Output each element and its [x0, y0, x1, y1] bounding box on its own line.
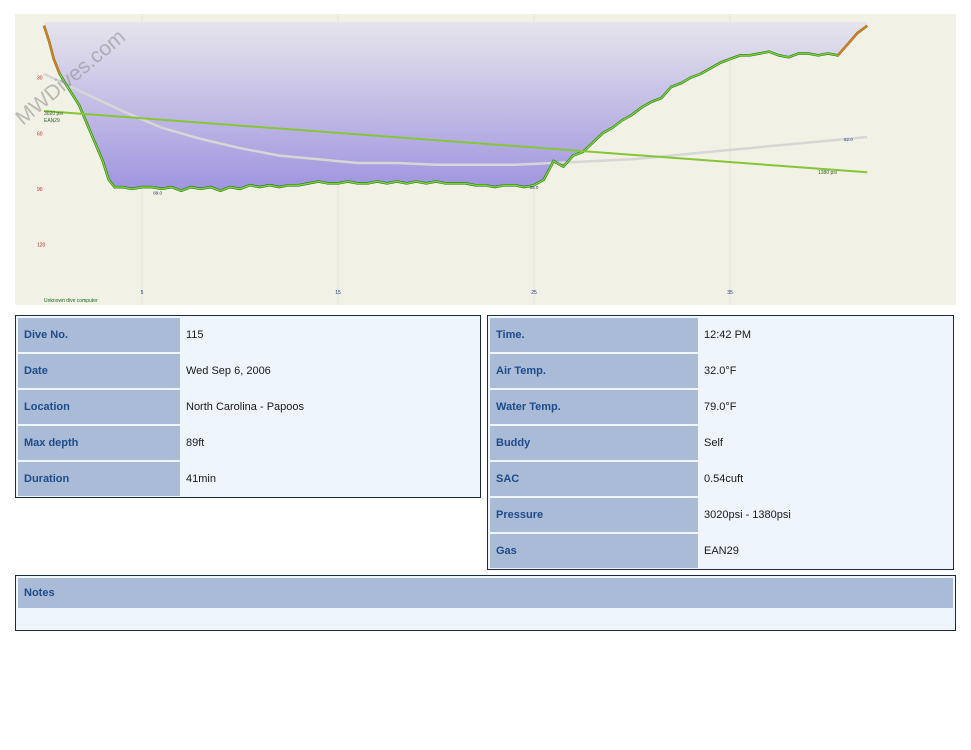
- notes-table: Notes: [15, 575, 956, 631]
- table-row: Gas EAN29: [490, 534, 951, 568]
- dive-no-label: Dive No.: [18, 318, 180, 352]
- time-label: Time.: [490, 318, 698, 352]
- y-tick-label: 120: [37, 243, 46, 249]
- x-tick-label: 15: [335, 290, 341, 296]
- y-tick-label: 60: [37, 131, 43, 137]
- location-value: North Carolina - Papoos: [180, 390, 478, 424]
- buddy-value: Self: [698, 426, 951, 460]
- table-row: Air Temp. 32.0°F: [490, 354, 951, 388]
- gas-label: EAN29: [44, 118, 60, 124]
- table-row: Buddy Self: [490, 426, 951, 460]
- pressure-label: Pressure: [490, 498, 698, 532]
- x-tick-label: 35: [727, 290, 733, 296]
- gas-value: EAN29: [698, 534, 951, 568]
- table-row: Dive No. 115: [18, 318, 478, 352]
- table-row: Pressure 3020psi - 1380psi: [490, 498, 951, 532]
- table-row: Max depth 89ft: [18, 426, 478, 460]
- notes-label: Notes: [18, 578, 953, 608]
- table-row: Duration 41min: [18, 462, 478, 496]
- sac-value: 0.54cuft: [698, 462, 951, 496]
- table-row: Date Wed Sep 6, 2006: [18, 354, 478, 388]
- water-temp-label: Water Temp.: [490, 390, 698, 424]
- water-temp-value: 79.0°F: [698, 390, 951, 424]
- max-depth-label: Max depth: [18, 426, 180, 460]
- dive-conditions-table: Time. 12:42 PM Air Temp. 32.0°F Water Te…: [487, 315, 954, 570]
- table-row: Time. 12:42 PM: [490, 318, 951, 352]
- depth-annotation: 89.0: [153, 191, 162, 196]
- y-tick-label: 90: [37, 187, 43, 193]
- air-temp-value: 32.0°F: [698, 354, 951, 388]
- table-row: Location North Carolina - Papoos: [18, 390, 478, 424]
- table-row: Water Temp. 79.0°F: [490, 390, 951, 424]
- date-value: Wed Sep 6, 2006: [180, 354, 478, 388]
- time-value: 12:42 PM: [698, 318, 951, 352]
- air-temp-label: Air Temp.: [490, 354, 698, 388]
- dive-info-table: Dive No. 115 Date Wed Sep 6, 2006 Locati…: [15, 315, 481, 498]
- duration-value: 41min: [180, 462, 478, 496]
- y-tick-label: 30: [37, 76, 43, 82]
- table-row: SAC 0.54cuft: [490, 462, 951, 496]
- sac-label: SAC: [490, 462, 698, 496]
- pressure-value: 3020psi - 1380psi: [698, 498, 951, 532]
- x-tick-label: 25: [531, 290, 537, 296]
- max-depth-value: 89ft: [180, 426, 478, 460]
- buddy-label: Buddy: [490, 426, 698, 460]
- temperature-end-label: 62.0: [844, 137, 853, 142]
- dive-profile-chart: 306090120 5 15 25 35 89.088.0 3020 psi EAN2…: [15, 14, 956, 305]
- dive-computer-label: Unknown dive computer: [44, 298, 98, 304]
- duration-label: Duration: [18, 462, 180, 496]
- notes-value: [18, 608, 953, 628]
- dive-no-value: 115: [180, 318, 478, 352]
- pressure-end-label: 1380 psi: [818, 170, 837, 176]
- date-label: Date: [18, 354, 180, 388]
- x-tick-label: 5: [141, 290, 144, 296]
- gas-label-cell: Gas: [490, 534, 698, 568]
- location-label: Location: [18, 390, 180, 424]
- depth-annotation: 88.0: [530, 185, 539, 190]
